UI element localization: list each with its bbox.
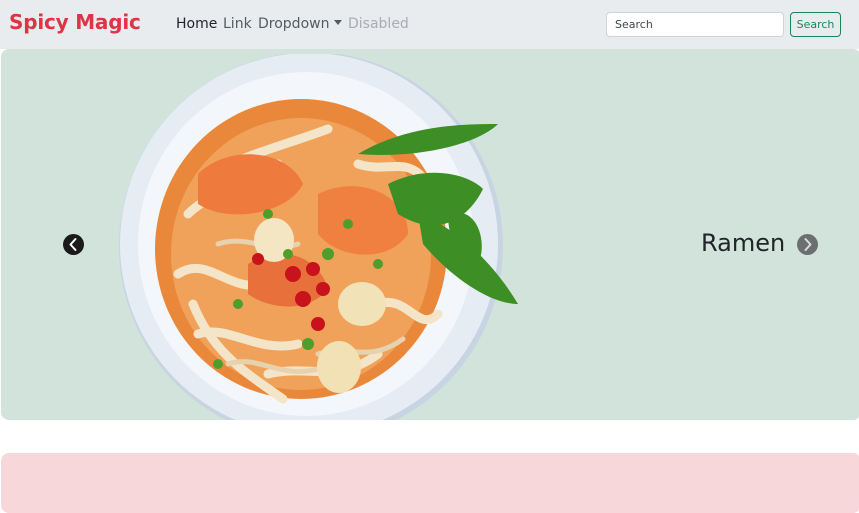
carousel: Ramen (1, 49, 859, 420)
ramen-bowl-image (119, 54, 518, 420)
chevron-left-icon (69, 238, 77, 251)
nav-dropdown-toggle[interactable]: Dropdown (258, 16, 343, 32)
nav-dropdown-label: Dropdown (258, 16, 330, 32)
carousel-prev-button[interactable] (63, 234, 84, 255)
navbar: Spicy Magic Home Link Dropdown Disabled … (0, 0, 859, 49)
caret-down-icon (334, 20, 343, 25)
search-button[interactable]: Search (790, 12, 841, 37)
carousel-slide-title: Ramen (701, 229, 786, 257)
chevron-right-icon (804, 238, 812, 251)
alert-card (1, 453, 859, 513)
nav-link-home[interactable]: Home (176, 16, 217, 32)
nav-link-link[interactable]: Link (223, 16, 252, 32)
search-input[interactable] (606, 12, 784, 37)
nav-link-disabled: Disabled (348, 16, 409, 32)
carousel-next-button[interactable] (797, 234, 818, 255)
brand-logo[interactable]: Spicy Magic (9, 10, 141, 34)
